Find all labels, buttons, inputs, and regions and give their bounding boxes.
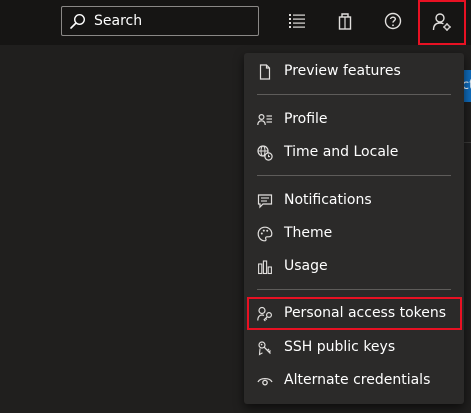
keys-icon [258, 341, 271, 356]
chat-icon [257, 194, 273, 209]
menu-item-preview-features[interactable]: Preview features [244, 55, 464, 88]
shopping-bag-icon[interactable] [335, 11, 355, 31]
menu-divider [257, 175, 451, 176]
menu-item-label: Notifications [284, 192, 372, 208]
bar-chart-icon [258, 260, 272, 275]
menu-item-label: Usage [284, 258, 328, 274]
menu-item-profile[interactable]: Profile [244, 103, 464, 136]
menu-item-label: Personal access tokens [284, 305, 447, 321]
menu-item-label: Profile [284, 111, 328, 127]
eye-icon [257, 377, 273, 386]
user-settings-icon [432, 13, 451, 31]
menu-item-label: Time and Locale [284, 144, 399, 160]
menu-item-label: Preview features [284, 63, 401, 79]
menu-item-theme[interactable]: Theme [244, 217, 464, 250]
search-box[interactable]: Search [61, 6, 259, 36]
menu-item-label: Theme [284, 225, 333, 241]
person-key-icon [257, 306, 273, 322]
top-bar: Search [0, 0, 471, 45]
user-settings-button[interactable] [418, 0, 466, 45]
search-label: Search [94, 13, 143, 29]
menu-divider [257, 289, 451, 290]
menu-item-alternate-credentials[interactable]: Alternate credentials [244, 364, 464, 397]
user-settings-menu: Preview features Profile Time and Locale [244, 53, 464, 404]
menu-item-personal-access-tokens[interactable]: Personal access tokens [247, 297, 462, 330]
profile-icon [257, 113, 272, 126]
menu-divider [257, 94, 451, 95]
menu-item-notifications[interactable]: Notifications [244, 184, 464, 217]
palette-icon [257, 226, 273, 242]
menu-item-time-and-locale[interactable]: Time and Locale [244, 136, 464, 169]
menu-item-label: Alternate credentials [284, 372, 431, 388]
search-icon [70, 13, 86, 29]
menu-item-label: SSH public keys [284, 339, 396, 355]
menu-item-usage[interactable]: Usage [244, 250, 464, 283]
menu-item-ssh-public-keys[interactable]: SSH public keys [244, 331, 464, 364]
help-icon[interactable] [383, 11, 403, 31]
document-icon [259, 64, 271, 80]
task-list-icon[interactable] [287, 11, 307, 31]
globe-clock-icon [257, 145, 273, 161]
